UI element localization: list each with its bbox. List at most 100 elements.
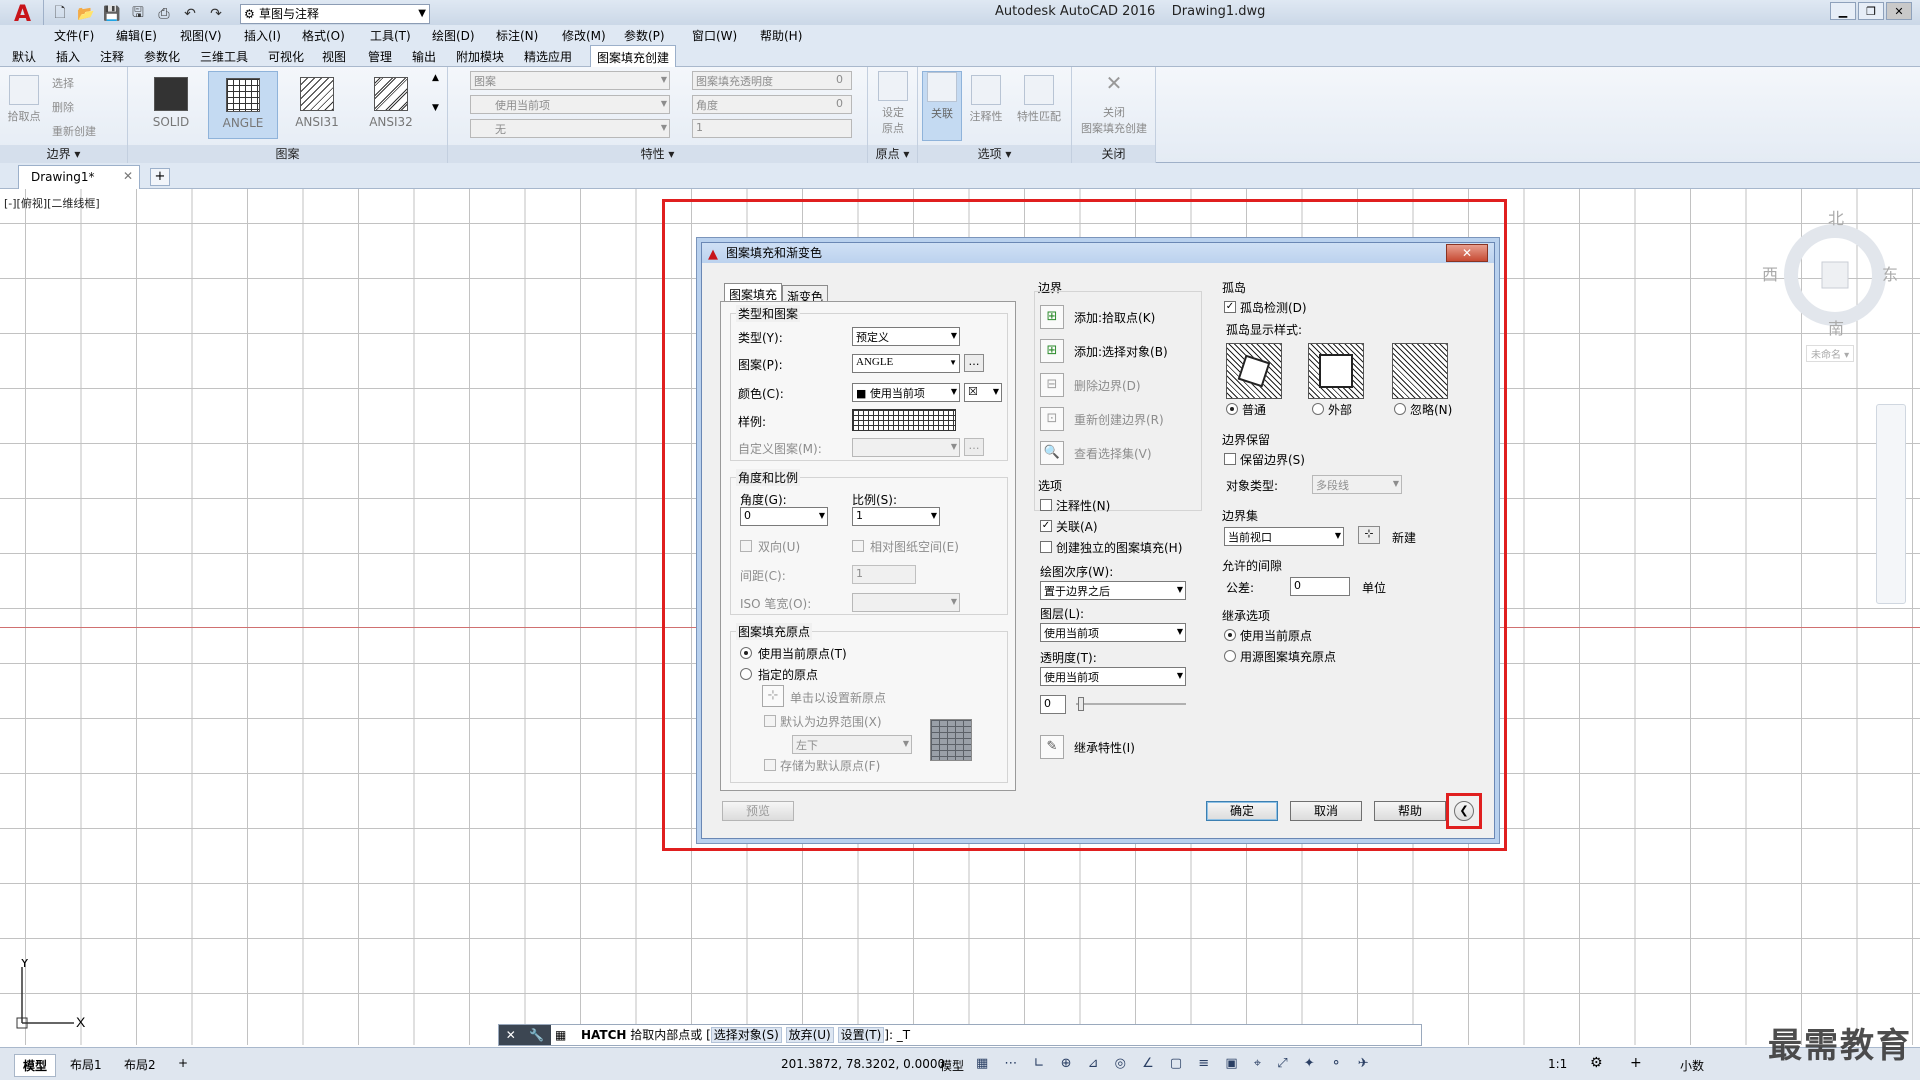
collapse-button[interactable]: ❮ xyxy=(1454,801,1474,821)
ribbon-tab[interactable]: 默认 xyxy=(12,48,36,65)
angle-select[interactable]: 0 ▼ xyxy=(740,507,828,526)
transparency-slider-handle[interactable] xyxy=(1078,697,1084,711)
set-origin-icon[interactable]: ⊹ xyxy=(762,685,784,707)
add-select-icon[interactable]: ⊞ xyxy=(1040,339,1064,363)
custom-browse-button[interactable]: … xyxy=(964,438,984,456)
menu-item[interactable]: 窗口(W) xyxy=(692,27,737,44)
add-pick-button[interactable]: 添加:拾取点(K) xyxy=(1074,309,1155,326)
tolerance-input[interactable]: 0 xyxy=(1290,577,1350,596)
panel-label[interactable]: 边界 ▾ xyxy=(0,145,127,163)
viewcube-west[interactable]: 西 xyxy=(1762,261,1778,285)
set-origin-button[interactable]: 设定 原点 xyxy=(872,71,914,136)
retain-boundary-checkbox[interactable] xyxy=(1224,453,1236,465)
viewport-controls[interactable]: [-][俯视][二维线框] xyxy=(4,195,100,211)
ribbon-tab[interactable]: 附加模块 xyxy=(456,48,504,65)
add-select-button[interactable]: 添加:选择对象(B) xyxy=(1074,343,1168,360)
menu-item[interactable]: 视图(V) xyxy=(180,27,222,44)
inherit-icon[interactable]: ✎ xyxy=(1040,735,1064,759)
annotative-checkbox[interactable] xyxy=(1040,499,1052,511)
remove-boundary-icon[interactable]: ⊟ xyxy=(1040,373,1064,397)
iso-select[interactable]: ▼ xyxy=(852,593,960,612)
spacing-input[interactable]: 1 xyxy=(852,565,916,584)
ribbon-tab[interactable]: 图案填充创建 xyxy=(590,45,677,67)
menu-item[interactable]: 工具(T) xyxy=(370,27,411,44)
layer-select[interactable]: 使用当前项 ▼ xyxy=(1040,623,1186,642)
view-selection-button[interactable]: 查看选择集(V) xyxy=(1074,445,1152,462)
preview-button[interactable]: 预览 xyxy=(722,801,794,821)
transparency-select[interactable]: 使用当前项 ▼ xyxy=(1040,667,1186,686)
close-icon[interactable]: ✕ xyxy=(506,1025,516,1045)
island-outer-radio[interactable] xyxy=(1312,403,1324,415)
panel-label[interactable]: 选项 ▾ xyxy=(918,145,1071,163)
recreate-boundary-icon[interactable]: ⊡ xyxy=(1040,407,1064,431)
island-detect-checkbox[interactable]: ✓ xyxy=(1224,301,1236,313)
island-ignore-icon[interactable] xyxy=(1392,343,1448,399)
relative-paper-checkbox[interactable] xyxy=(852,540,864,552)
gear-icon[interactable]: ⚙ xyxy=(1590,1055,1603,1071)
dialog-close-button[interactable]: ✕ xyxy=(1446,244,1488,262)
menu-item[interactable]: 格式(O) xyxy=(302,27,345,44)
ucs-menu[interactable]: 未命名 ▾ xyxy=(1806,345,1855,362)
scale-select[interactable]: 1 ▼ xyxy=(852,507,940,526)
command-option-undo[interactable]: 放弃(U) xyxy=(785,1027,834,1043)
match-properties-button[interactable]: 特性匹配 xyxy=(1012,75,1066,124)
object-type-select[interactable]: 多段线 ▼ xyxy=(1312,475,1402,494)
redo-icon[interactable]: ↷ xyxy=(206,4,226,24)
workspace-select[interactable]: ⚙ 草图与注释 ▼ xyxy=(240,4,430,24)
island-normal-icon[interactable] xyxy=(1226,343,1282,399)
hatch-type-select[interactable]: 图案 ▼ xyxy=(470,71,670,90)
wrench-icon[interactable]: 🔧 xyxy=(529,1025,544,1045)
scroll-up-icon[interactable]: ▲ xyxy=(432,73,439,83)
draw-order-select[interactable]: 置于边界之后 ▼ xyxy=(1040,581,1186,600)
close-hatch-button[interactable]: ✕ 关闭 图案填充创建 xyxy=(1076,71,1152,136)
remove-button[interactable]: 删除 xyxy=(52,99,74,115)
ribbon-tab[interactable]: 精选应用 xyxy=(524,48,572,65)
menu-item[interactable]: 文件(F) xyxy=(54,27,94,44)
print-icon[interactable]: ⎙ xyxy=(154,4,174,24)
ribbon-tab[interactable]: 插入 xyxy=(56,48,80,65)
close-button[interactable]: ✕ xyxy=(1886,2,1912,20)
menu-item[interactable]: 参数(P) xyxy=(624,27,665,44)
maximize-button[interactable]: ❐ xyxy=(1858,2,1884,20)
ribbon-tab[interactable]: 三维工具 xyxy=(200,48,248,65)
bg-color-select[interactable]: 无 ▼ xyxy=(470,119,670,138)
panel-label[interactable]: 原点 ▾ xyxy=(868,145,917,163)
app-menu-button[interactable]: A xyxy=(2,0,44,28)
add-layout-button[interactable]: + xyxy=(170,1054,196,1072)
view-selection-icon[interactable]: 🔍 xyxy=(1040,441,1064,465)
island-normal-radio[interactable] xyxy=(1226,403,1238,415)
scroll-down-icon[interactable]: ▼ xyxy=(432,103,439,113)
tab-model[interactable]: 模型 xyxy=(14,1054,57,1077)
ribbon-tab[interactable]: 管理 xyxy=(368,48,392,65)
minimize-button[interactable]: ▁ xyxy=(1830,2,1856,20)
menu-item[interactable]: 插入(I) xyxy=(244,27,281,44)
ok-button[interactable]: 确定 xyxy=(1206,801,1278,821)
associative-button[interactable]: 关联 xyxy=(922,71,962,141)
origin-position-select[interactable]: 左下 ▼ xyxy=(792,735,912,754)
transparency-input[interactable]: 图案填充透明度 0 xyxy=(692,71,852,90)
type-select[interactable]: 预定义 ▼ xyxy=(852,327,960,346)
bg-color-select[interactable]: ☒ ▼ xyxy=(964,383,1002,402)
open-icon[interactable]: 📂 xyxy=(76,4,96,24)
associative-checkbox[interactable]: ✓ xyxy=(1040,520,1052,532)
viewcube-north[interactable]: 北 xyxy=(1828,205,1844,229)
plus-icon[interactable]: + xyxy=(1630,1055,1642,1071)
command-line[interactable]: ✕ 🔧 ▦ HATCH 拾取内部点或 [选择对象(S) 放弃(U) 设置(T)]:… xyxy=(498,1024,1422,1046)
recreate-button[interactable]: 重新创建 xyxy=(52,123,96,139)
tab-hatch[interactable]: 图案填充 xyxy=(724,283,783,302)
angle-input[interactable]: 角度 0 xyxy=(692,95,852,114)
double-checkbox[interactable] xyxy=(740,540,752,552)
ribbon-tab[interactable]: 视图 xyxy=(322,48,346,65)
tab-layout2[interactable]: 布局2 xyxy=(116,1054,164,1075)
transparency-input[interactable]: 0 xyxy=(1040,695,1066,714)
tab-layout1[interactable]: 布局1 xyxy=(62,1054,110,1075)
pattern-ansi32[interactable]: ANSI32 xyxy=(356,71,426,139)
boundary-set-select[interactable]: 当前视口 ▼ xyxy=(1224,527,1344,546)
recreate-boundary-button[interactable]: 重新创建边界(R) xyxy=(1074,411,1164,428)
inherit-current-radio[interactable] xyxy=(1224,629,1236,641)
annotation-scale[interactable]: 1:1 xyxy=(1548,1057,1567,1071)
add-pick-icon[interactable]: ⊞ xyxy=(1040,305,1064,329)
panel-label[interactable]: 特性 ▾ xyxy=(448,145,867,163)
ribbon-tab[interactable]: 注释 xyxy=(100,48,124,65)
ribbon-tab[interactable]: 可视化 xyxy=(268,48,304,65)
